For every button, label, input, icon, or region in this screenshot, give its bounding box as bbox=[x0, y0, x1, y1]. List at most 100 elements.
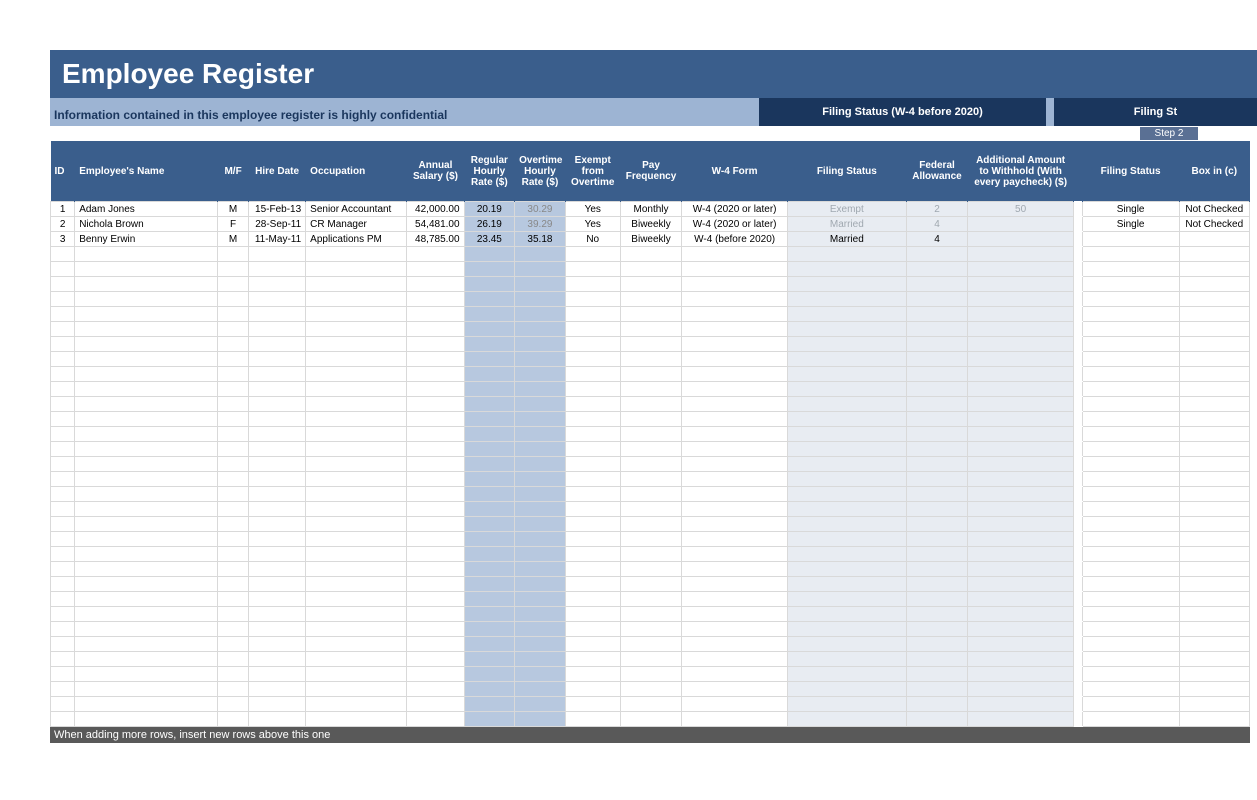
cell[interactable] bbox=[51, 607, 75, 622]
cell[interactable] bbox=[464, 352, 515, 367]
cell[interactable] bbox=[906, 562, 968, 577]
cell[interactable] bbox=[75, 427, 218, 442]
cell[interactable] bbox=[1179, 457, 1250, 472]
cell[interactable] bbox=[787, 337, 906, 352]
cell[interactable] bbox=[218, 292, 249, 307]
cell[interactable] bbox=[787, 697, 906, 712]
cell[interactable] bbox=[464, 562, 515, 577]
cell[interactable] bbox=[620, 442, 682, 457]
cell[interactable] bbox=[306, 667, 407, 682]
cell[interactable] bbox=[464, 652, 515, 667]
cell[interactable] bbox=[218, 472, 249, 487]
cell[interactable] bbox=[51, 592, 75, 607]
cell[interactable]: Applications PM bbox=[306, 232, 407, 247]
cell[interactable] bbox=[620, 472, 682, 487]
cell[interactable] bbox=[682, 607, 788, 622]
cell[interactable] bbox=[565, 697, 620, 712]
cell[interactable] bbox=[407, 292, 464, 307]
cell[interactable] bbox=[407, 262, 464, 277]
cell[interactable] bbox=[1082, 472, 1179, 487]
cell[interactable] bbox=[906, 367, 968, 382]
cell[interactable] bbox=[464, 397, 515, 412]
cell[interactable] bbox=[906, 397, 968, 412]
cell[interactable] bbox=[407, 697, 464, 712]
cell[interactable] bbox=[75, 442, 218, 457]
cell[interactable] bbox=[787, 667, 906, 682]
cell[interactable] bbox=[306, 652, 407, 667]
cell[interactable] bbox=[682, 427, 788, 442]
cell[interactable]: W-4 (2020 or later) bbox=[682, 217, 788, 232]
cell[interactable] bbox=[407, 412, 464, 427]
cell[interactable] bbox=[407, 712, 464, 727]
cell[interactable] bbox=[248, 517, 305, 532]
cell[interactable] bbox=[306, 367, 407, 382]
cell[interactable] bbox=[682, 442, 788, 457]
cell[interactable] bbox=[515, 502, 566, 517]
cell[interactable] bbox=[464, 292, 515, 307]
cell[interactable] bbox=[306, 622, 407, 637]
cell[interactable] bbox=[968, 307, 1074, 322]
cell[interactable] bbox=[515, 247, 566, 262]
cell[interactable] bbox=[218, 607, 249, 622]
cell[interactable] bbox=[407, 457, 464, 472]
cell[interactable] bbox=[306, 607, 407, 622]
cell[interactable] bbox=[51, 382, 75, 397]
cell[interactable] bbox=[787, 412, 906, 427]
cell[interactable] bbox=[1179, 322, 1250, 337]
cell[interactable] bbox=[620, 607, 682, 622]
cell[interactable] bbox=[248, 427, 305, 442]
cell[interactable]: 42,000.00 bbox=[407, 202, 464, 217]
cell[interactable]: 11-May-11 bbox=[248, 232, 305, 247]
cell[interactable] bbox=[968, 592, 1074, 607]
cell[interactable] bbox=[787, 307, 906, 322]
cell[interactable] bbox=[218, 517, 249, 532]
cell[interactable]: 2 bbox=[51, 217, 75, 232]
cell[interactable]: Monthly bbox=[620, 202, 682, 217]
cell[interactable] bbox=[75, 517, 218, 532]
cell[interactable] bbox=[565, 517, 620, 532]
cell[interactable] bbox=[968, 472, 1074, 487]
cell[interactable] bbox=[407, 622, 464, 637]
cell[interactable] bbox=[1179, 472, 1250, 487]
cell[interactable] bbox=[407, 682, 464, 697]
cell[interactable] bbox=[306, 592, 407, 607]
cell[interactable] bbox=[906, 472, 968, 487]
cell[interactable] bbox=[565, 532, 620, 547]
cell[interactable] bbox=[620, 247, 682, 262]
cell[interactable] bbox=[306, 247, 407, 262]
cell[interactable] bbox=[968, 622, 1074, 637]
cell[interactable] bbox=[1179, 667, 1250, 682]
cell[interactable] bbox=[787, 577, 906, 592]
cell[interactable] bbox=[75, 487, 218, 502]
cell[interactable] bbox=[407, 532, 464, 547]
cell[interactable] bbox=[906, 352, 968, 367]
cell[interactable] bbox=[464, 517, 515, 532]
cell[interactable] bbox=[787, 472, 906, 487]
cell[interactable] bbox=[1082, 292, 1179, 307]
cell[interactable] bbox=[565, 592, 620, 607]
cell[interactable] bbox=[620, 262, 682, 277]
cell[interactable] bbox=[787, 502, 906, 517]
cell[interactable] bbox=[968, 427, 1074, 442]
cell[interactable] bbox=[787, 427, 906, 442]
cell[interactable]: W-4 (2020 or later) bbox=[682, 202, 788, 217]
cell[interactable] bbox=[51, 247, 75, 262]
cell[interactable] bbox=[464, 637, 515, 652]
cell[interactable]: Senior Accountant bbox=[306, 202, 407, 217]
cell[interactable] bbox=[464, 697, 515, 712]
cell[interactable] bbox=[682, 472, 788, 487]
cell[interactable] bbox=[218, 592, 249, 607]
cell[interactable] bbox=[565, 622, 620, 637]
cell[interactable] bbox=[968, 637, 1074, 652]
cell[interactable] bbox=[1073, 232, 1082, 247]
cell[interactable] bbox=[906, 607, 968, 622]
cell[interactable] bbox=[248, 547, 305, 562]
cell[interactable] bbox=[906, 652, 968, 667]
cell[interactable] bbox=[51, 427, 75, 442]
cell[interactable] bbox=[218, 622, 249, 637]
cell[interactable] bbox=[565, 397, 620, 412]
cell[interactable] bbox=[218, 457, 249, 472]
cell[interactable] bbox=[968, 682, 1074, 697]
cell[interactable]: No bbox=[565, 232, 620, 247]
cell[interactable]: 4 bbox=[906, 217, 968, 232]
